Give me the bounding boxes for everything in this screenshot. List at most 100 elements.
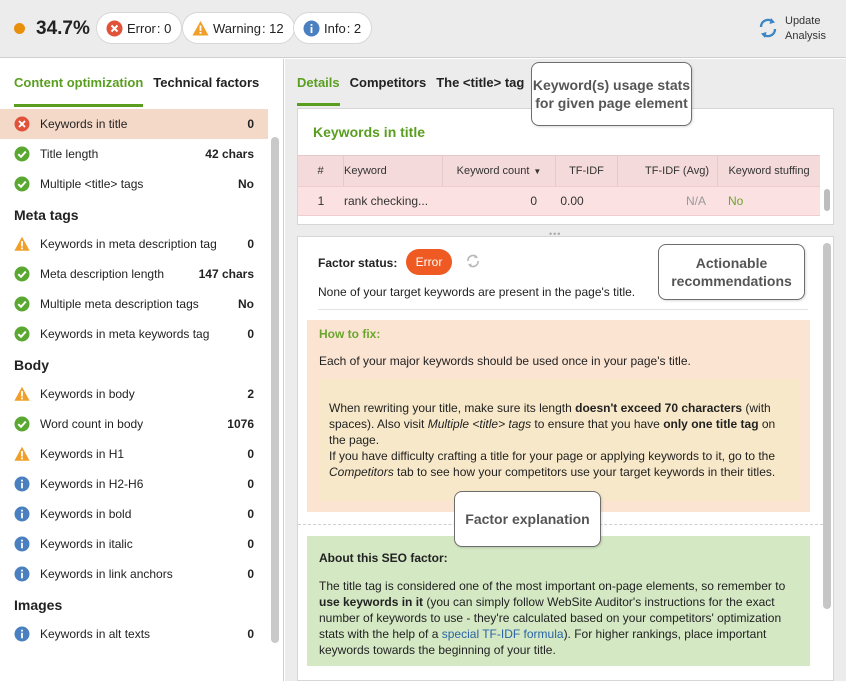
fix-link-competitors[interactable]: Competitors [329,465,394,479]
warning-label: Warning [213,20,261,36]
factor-row[interactable]: Keywords in meta keywords tag 0 [0,319,268,349]
tfidf-formula-link[interactable]: special TF-IDF formula [442,627,564,641]
refresh-icon [757,16,779,43]
info-icon [14,476,30,492]
optimization-score: 34.7% [36,18,90,39]
col-index[interactable]: # [298,156,344,186]
tab-content-optimization[interactable]: Content optimization [14,75,144,107]
tab-competitors[interactable]: Competitors [350,75,427,106]
factor-row[interactable]: Keywords in meta description tag 0 [0,229,268,259]
factor-label: Keywords in body [40,387,135,401]
factor-row[interactable]: Keywords in italic 0 [0,529,268,559]
error-count: : 0 [156,20,172,36]
fix-link-multiple-title-tags[interactable]: Multiple <title> tags [428,417,531,431]
group-heading-images: Images [14,597,63,613]
factor-label: Title length [40,147,99,161]
factor-row[interactable]: Keywords in H1 0 [0,439,268,469]
fix-text: tab to see how your competitors use your… [393,465,776,479]
factor-label: Keywords in H2-H6 [40,477,144,491]
factor-value: 1076 [227,417,254,431]
factor-label: Meta description length [40,267,165,281]
callout-keyword-usage: Keyword(s) usage stats for given page el… [531,62,692,126]
col-tfidf-avg[interactable]: TF-IDF (Avg) [618,156,718,186]
about-factor-title: About this SEO factor: [319,551,448,565]
factor-label: Keywords in bold [40,507,132,521]
factor-row[interactable]: Multiple <title> tags No [0,169,268,199]
warning-count: : 12 [261,20,284,36]
factor-status-text: None of your target keywords are present… [318,285,636,299]
factor-row[interactable]: Keywords in link anchors 0 [0,559,268,589]
fix-text: to ensure that you have [531,417,664,431]
callout-actionable-recommendations: Actionable recommendations [658,244,805,300]
info-icon [14,506,30,522]
factor-label: Keywords in italic [40,537,133,551]
error-label: Error [127,20,156,36]
factor-value: 0 [247,117,254,131]
row-tfidf-avg: N/A [685,194,706,208]
factor-row[interactable]: Word count in body 1076 [0,409,268,439]
check-icon [14,326,30,342]
factor-value: 0 [247,537,254,551]
info-count: : 2 [346,20,362,36]
keywords-box-title: Keywords in title [313,124,426,140]
factor-row[interactable]: Keywords in alt texts 0 [0,619,268,649]
top-bar: 34.7% Error: 0 Warning: 12 Info: 2 Updat… [0,0,846,58]
keywords-table-header: # Keyword Keyword count ▼ TF-IDF TF-IDF (… [298,155,820,186]
error-filter-pill[interactable]: Error: 0 [96,12,183,44]
factor-label: Keywords in meta keywords tag [40,327,210,341]
info-filter-pill[interactable]: Info: 2 [293,12,373,44]
divider [318,309,808,310]
fix-text: If you have difficulty crafting a title … [329,449,776,463]
row-index: 1 [317,194,325,208]
update-analysis-button[interactable]: Update Analysis [757,14,835,44]
factor-value: 0 [247,507,254,521]
info-icon [303,20,320,37]
error-icon [14,116,30,132]
factor-row[interactable]: Keywords in H2-H6 0 [0,469,268,499]
col-keyword-stuffing[interactable]: Keyword stuffing [718,156,820,186]
factor-value: 0 [247,627,254,641]
about-text: The title tag is considered one of the m… [319,579,786,593]
table-row[interactable]: 1 rank checking... 0 0.00 N/A No [298,186,820,216]
factor-list: Keywords in title 0 Title length 42 chars Mu… [0,109,268,649]
factor-row[interactable]: Keywords in bold 0 [0,499,268,529]
warning-icon [14,386,30,402]
tab-technical-factors[interactable]: Technical factors [153,75,259,107]
keywords-table-scrollbar[interactable] [824,189,830,211]
factor-value: 0 [247,237,254,251]
about-factor-section: About this SEO factor: The title tag is … [307,536,810,666]
tab-details[interactable]: Details [297,75,340,106]
how-to-fix-title: How to fix: [319,327,381,341]
group-heading-body: Body [14,357,49,373]
col-keyword[interactable]: Keyword [344,156,443,186]
warning-filter-pill[interactable]: Warning: 12 [182,12,295,44]
factor-label: Word count in body [40,417,144,431]
factor-value: No [238,297,254,311]
warning-icon [192,20,209,37]
recheck-icon[interactable] [466,254,480,271]
factor-row[interactable]: Keywords in body 2 [0,379,268,409]
info-label: Info [324,20,346,36]
factor-row[interactable]: Meta description length 147 chars [0,259,268,289]
col-keyword-count[interactable]: Keyword count ▼ [443,156,556,186]
how-to-fix-details: When rewriting your title, make sure its… [319,379,799,501]
factors-scrollbar[interactable] [271,137,279,643]
how-to-fix-text: Each of your major keywords should be us… [319,354,691,368]
col-tfidf[interactable]: TF-IDF [556,156,618,186]
factor-row[interactable]: Keywords in title 0 [0,109,268,139]
col-keyword-count-label: Keyword count [456,165,530,177]
factor-status-label: Factor status: [318,256,398,270]
factor-label: Keywords in link anchors [40,567,173,581]
detail-scrollbar[interactable] [823,243,831,609]
factor-row[interactable]: Title length 42 chars [0,139,268,169]
check-icon [14,146,30,162]
factor-label: Keywords in meta description tag [40,237,217,251]
tab-title-tag[interactable]: The <title> tag [436,75,524,106]
factor-label: Keywords in alt texts [40,627,151,641]
factor-row[interactable]: Multiple meta description tags No [0,289,268,319]
factor-label: Multiple meta description tags [40,297,199,311]
info-icon [14,626,30,642]
fix-text-bold: doesn't exceed 70 characters [575,401,743,415]
factor-label: Keywords in H1 [40,447,125,461]
factor-label: Multiple <title> tags [40,177,144,191]
